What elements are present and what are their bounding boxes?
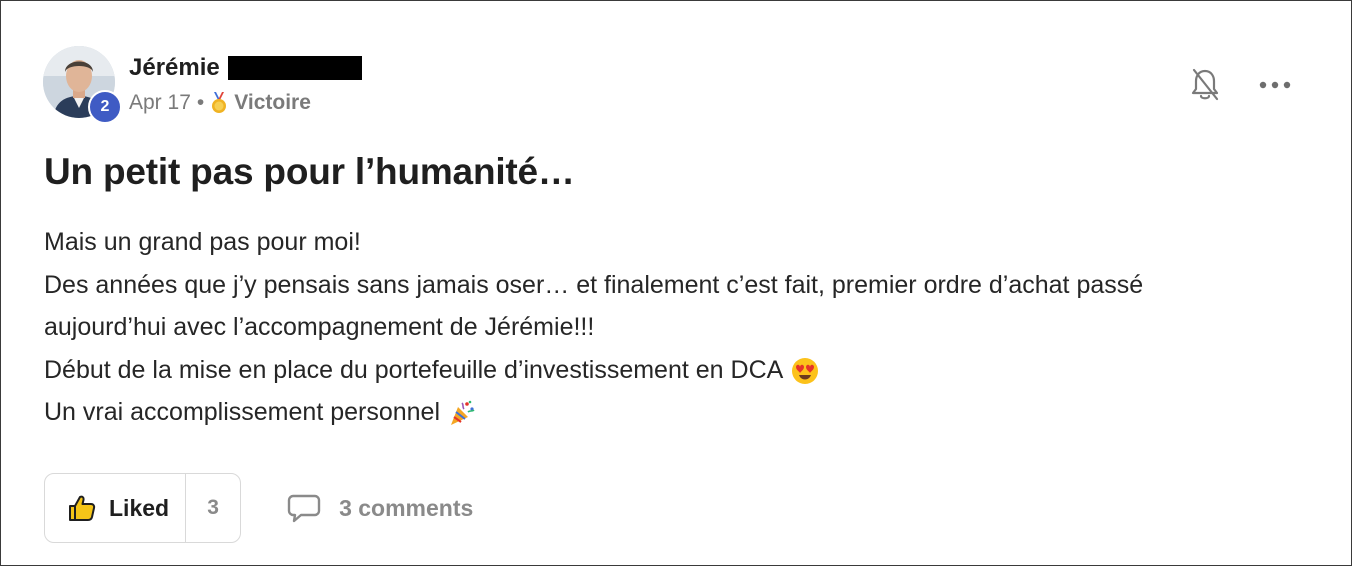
author-name-row: Jérémie [129, 53, 362, 83]
meta-separator: • [196, 91, 205, 114]
author-name[interactable]: Jérémie [129, 54, 220, 82]
comments-label: 3 comments [339, 494, 474, 521]
heart-eyes-emoji [791, 356, 819, 384]
more-horizontal-icon [1259, 81, 1291, 89]
redacted-surname [227, 56, 362, 80]
body-line-text: Début de la mise en place du portefeuill… [44, 355, 784, 384]
body-line-text: Mais un grand pas pour moi! [44, 228, 361, 256]
post-date[interactable]: Apr 17 [129, 91, 191, 115]
post-top-actions [1189, 67, 1291, 103]
body-line-text: Un vrai accomplissement personnel [44, 398, 441, 426]
author-avatar-wrapper[interactable]: 2 [43, 46, 122, 124]
more-options-button[interactable] [1259, 67, 1291, 103]
post-category[interactable]: Victoire [234, 91, 311, 115]
like-button[interactable]: Liked [45, 474, 187, 542]
like-group: Liked 3 [44, 473, 242, 543]
post-body-line: Début de la mise en place du portefeuill… [44, 349, 1314, 392]
post-footer: Liked 3 3 comments [44, 473, 473, 543]
bell-off-icon [1191, 68, 1219, 101]
thumbs-up-icon [69, 495, 96, 521]
post-body: Mais un grand pas pour moi! Des années q… [44, 221, 1314, 434]
body-line-text: aujourd’hui avec l’accompagnement de Jér… [44, 313, 595, 341]
author-block: Jérémie Apr 17 • Victoire [129, 46, 362, 115]
comment-icon [287, 494, 321, 523]
post-body-line: aujourd’hui avec l’accompagnement de Jér… [44, 306, 1314, 349]
post-title[interactable]: Un petit pas pour l’humanité… [44, 151, 575, 193]
post-header: 2 Jérémie Apr 17 • Victoire [43, 46, 362, 124]
party-popper-emoji [448, 398, 476, 426]
post-body-line: Un vrai accomplissement personnel [44, 391, 1314, 434]
post-body-line: Des années que j’y pensais sans jamais o… [44, 264, 1314, 307]
like-label: Liked [109, 494, 170, 521]
post-card: 2 Jérémie Apr 17 • Victoire Un petit pas… [0, 0, 1352, 566]
like-count[interactable]: 3 [186, 474, 240, 542]
mute-notifications-button[interactable] [1189, 67, 1221, 103]
post-meta: Apr 17 • Victoire [129, 91, 362, 115]
body-line-text: Des années que j’y pensais sans jamais o… [44, 270, 1144, 299]
level-badge: 2 [88, 90, 122, 124]
medal-icon [210, 92, 228, 114]
comments-button[interactable]: 3 comments [287, 493, 473, 523]
post-body-line: Mais un grand pas pour moi! [44, 221, 1314, 264]
